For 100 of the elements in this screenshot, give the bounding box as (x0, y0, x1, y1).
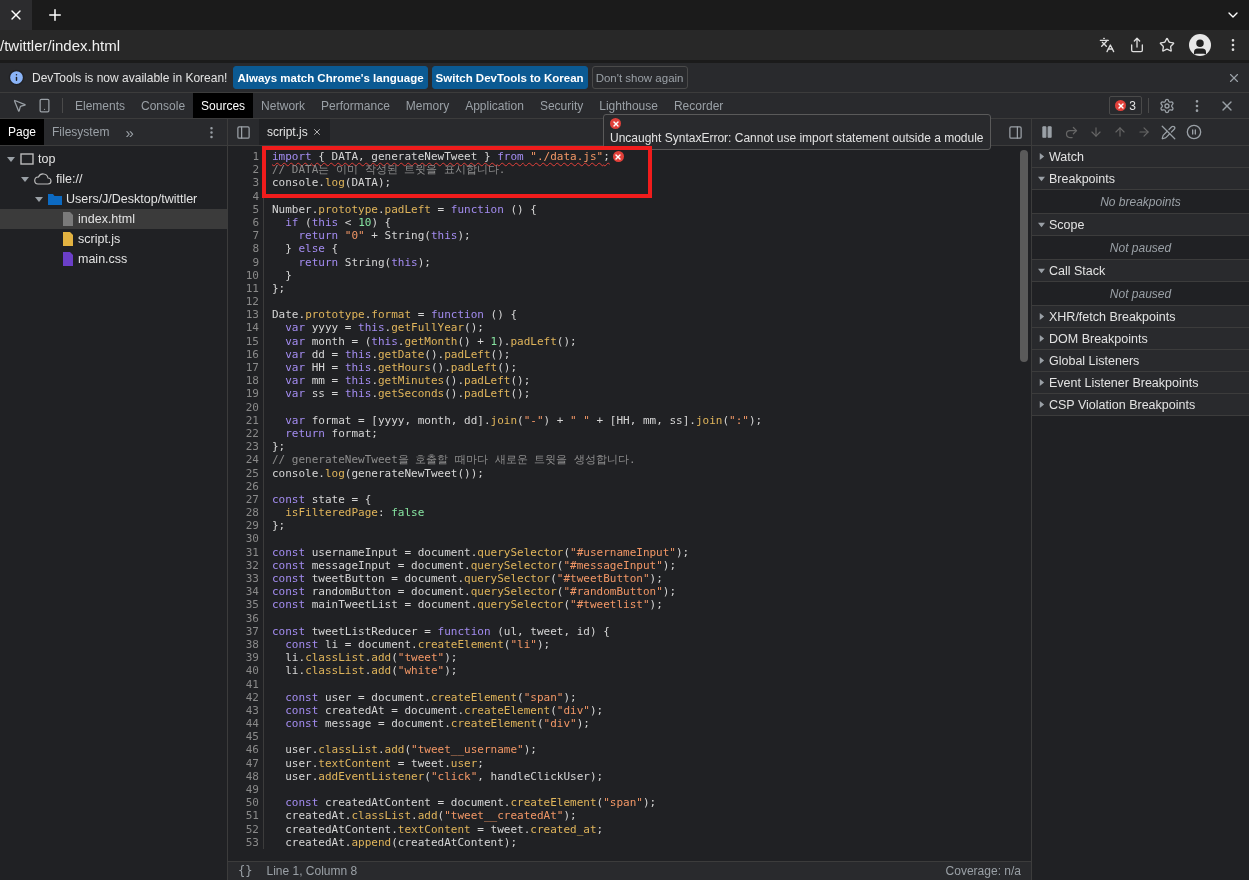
line-number: 20 (228, 400, 264, 414)
section-header[interactable]: XHR/fetch Breakpoints (1032, 306, 1249, 328)
scrollbar-thumb[interactable] (1020, 150, 1028, 362)
panel-tab[interactable]: Recorder (665, 93, 732, 118)
line-number: 14 (228, 321, 264, 335)
section-header[interactable]: Watch (1032, 146, 1249, 168)
expand-triangle-icon[interactable] (1038, 267, 1045, 274)
panel-tab[interactable]: Application (457, 93, 532, 118)
expand-triangle-icon[interactable] (1038, 401, 1045, 408)
code-line: const randomButton = document.querySelector("#randomButton"); (271, 585, 676, 599)
panel-tab[interactable]: Console (133, 93, 194, 118)
pause-icon[interactable] (1040, 125, 1054, 139)
section-header[interactable]: Global Listeners (1032, 350, 1249, 372)
sidebar-toggle-icon[interactable] (236, 124, 251, 140)
section-header[interactable]: Scope (1032, 214, 1249, 236)
line-number: 28 (228, 506, 264, 520)
line-number: 17 (228, 361, 264, 375)
star-icon[interactable] (1159, 37, 1175, 53)
tree-item-label: Users/J/Desktop/twittler (66, 192, 198, 206)
line-number: 31 (228, 545, 264, 559)
panel-tab[interactable]: Memory (397, 93, 458, 118)
deactivate-breakpoints-icon[interactable] (1161, 124, 1176, 140)
section-header[interactable]: Event Listener Breakpoints (1032, 372, 1249, 394)
panel-tab[interactable]: Sources (193, 93, 254, 118)
device-icon[interactable] (37, 98, 52, 113)
expand-triangle-icon[interactable] (1038, 221, 1045, 228)
more-tabs-button[interactable]: » (117, 119, 142, 145)
step-out-icon[interactable] (1113, 125, 1127, 139)
tree-item[interactable]: script.js (0, 229, 227, 249)
error-count-badge[interactable]: 3 (1109, 96, 1142, 115)
sidebar-toggle-icon[interactable] (1008, 124, 1023, 140)
infobar-button[interactable]: Switch DevTools to Korean (431, 66, 588, 89)
tree-item[interactable]: top (0, 149, 227, 169)
line-number: 47 (228, 756, 264, 770)
expand-triangle-icon[interactable] (35, 195, 43, 203)
expand-triangle-icon[interactable] (1038, 175, 1045, 182)
share-icon[interactable] (1129, 37, 1145, 53)
tree-item-label: script.js (78, 232, 121, 246)
panel-tab[interactable]: Elements (67, 93, 134, 118)
code-line: return "0" + String(this); (297, 229, 471, 243)
line-number: 12 (228, 295, 264, 309)
code-line: const messageInput = document.querySelector("#messageInput"); (271, 558, 676, 572)
tree-item[interactable]: main.css (0, 249, 227, 269)
settings-icon[interactable] (1159, 97, 1175, 114)
step-over-icon[interactable] (1064, 124, 1079, 140)
line-number: 3 (228, 176, 264, 190)
line-number: 9 (228, 255, 264, 269)
line-number: 41 (228, 677, 264, 691)
step-icon[interactable] (1137, 125, 1151, 139)
expand-triangle-icon[interactable] (1038, 313, 1045, 320)
file-tab[interactable]: script.js (259, 119, 330, 145)
tree-item[interactable]: Users/J/Desktop/twittler (0, 189, 227, 209)
expand-triangle-icon[interactable] (1038, 153, 1045, 160)
code-line: Number.prototype.padLeft = function () { (271, 202, 537, 216)
tree-item[interactable]: file:// (0, 169, 227, 189)
expand-triangle-icon[interactable] (1038, 357, 1045, 364)
translate-icon[interactable] (1099, 37, 1115, 53)
panel-tab[interactable]: Lighthouse (591, 93, 666, 118)
line-number: 43 (228, 703, 264, 718)
panel-tab[interactable]: Performance (313, 93, 398, 118)
panel-tab[interactable]: Network (253, 93, 314, 118)
frame-icon (20, 153, 34, 165)
line-number: 1 (228, 150, 264, 164)
section-header[interactable]: Call Stack (1032, 260, 1249, 282)
section-header[interactable]: DOM Breakpoints (1032, 328, 1249, 350)
navigator-tab[interactable]: Page (0, 119, 45, 145)
code-line: const usernameInput = document.querySelector("#usernameInput"); (271, 545, 690, 559)
step-into-icon[interactable] (1089, 125, 1103, 139)
panel-tab[interactable]: Security (531, 93, 592, 118)
tree-item-label: main.css (78, 252, 128, 266)
line-number: 18 (228, 374, 264, 388)
browser-tab[interactable] (0, 0, 32, 30)
tree-item-label: file:// (56, 172, 83, 186)
error-icon (610, 118, 621, 129)
code-line: createdAt.classList.add("tweet__createdAt"); (284, 809, 577, 823)
pause-on-exceptions-icon[interactable] (1186, 124, 1202, 140)
new-tab-button[interactable] (46, 6, 64, 24)
navigator-tab[interactable]: Filesystem (44, 119, 118, 145)
section-header[interactable]: CSP Violation Breakpoints (1032, 394, 1249, 416)
pretty-print-glyph[interactable]: {} (238, 864, 253, 878)
code-line: return String(this); (297, 255, 431, 269)
line-number: 19 (228, 387, 264, 401)
infobar-button[interactable]: Don't show again (591, 66, 688, 89)
profile-avatar-icon[interactable] (1189, 34, 1211, 56)
inspect-icon[interactable] (12, 98, 27, 113)
section-title: CSP Violation Breakpoints (1049, 397, 1196, 412)
code-line: var ss = this.getSeconds().padLeft(); (284, 387, 531, 401)
cursor-position: Line 1, Column 8 (266, 864, 358, 878)
tree-item[interactable]: index.html (0, 209, 227, 229)
section-header[interactable]: Breakpoints (1032, 168, 1249, 190)
code-line: li.classList.add("white"); (284, 664, 458, 678)
code-line: var month = (this.getMonth() + 1).padLeft(); (284, 334, 577, 348)
close-icon[interactable] (311, 127, 322, 137)
expand-triangle-icon[interactable] (1038, 379, 1045, 386)
expand-triangle-icon[interactable] (21, 175, 29, 183)
file-tab-label: script.js (267, 125, 308, 139)
expand-triangle-icon[interactable] (7, 155, 15, 163)
infobar-button[interactable]: Always match Chrome's language (233, 66, 428, 89)
code-line: var yyyy = this.getFullYear(); (284, 321, 484, 335)
expand-triangle-icon[interactable] (1038, 335, 1045, 342)
